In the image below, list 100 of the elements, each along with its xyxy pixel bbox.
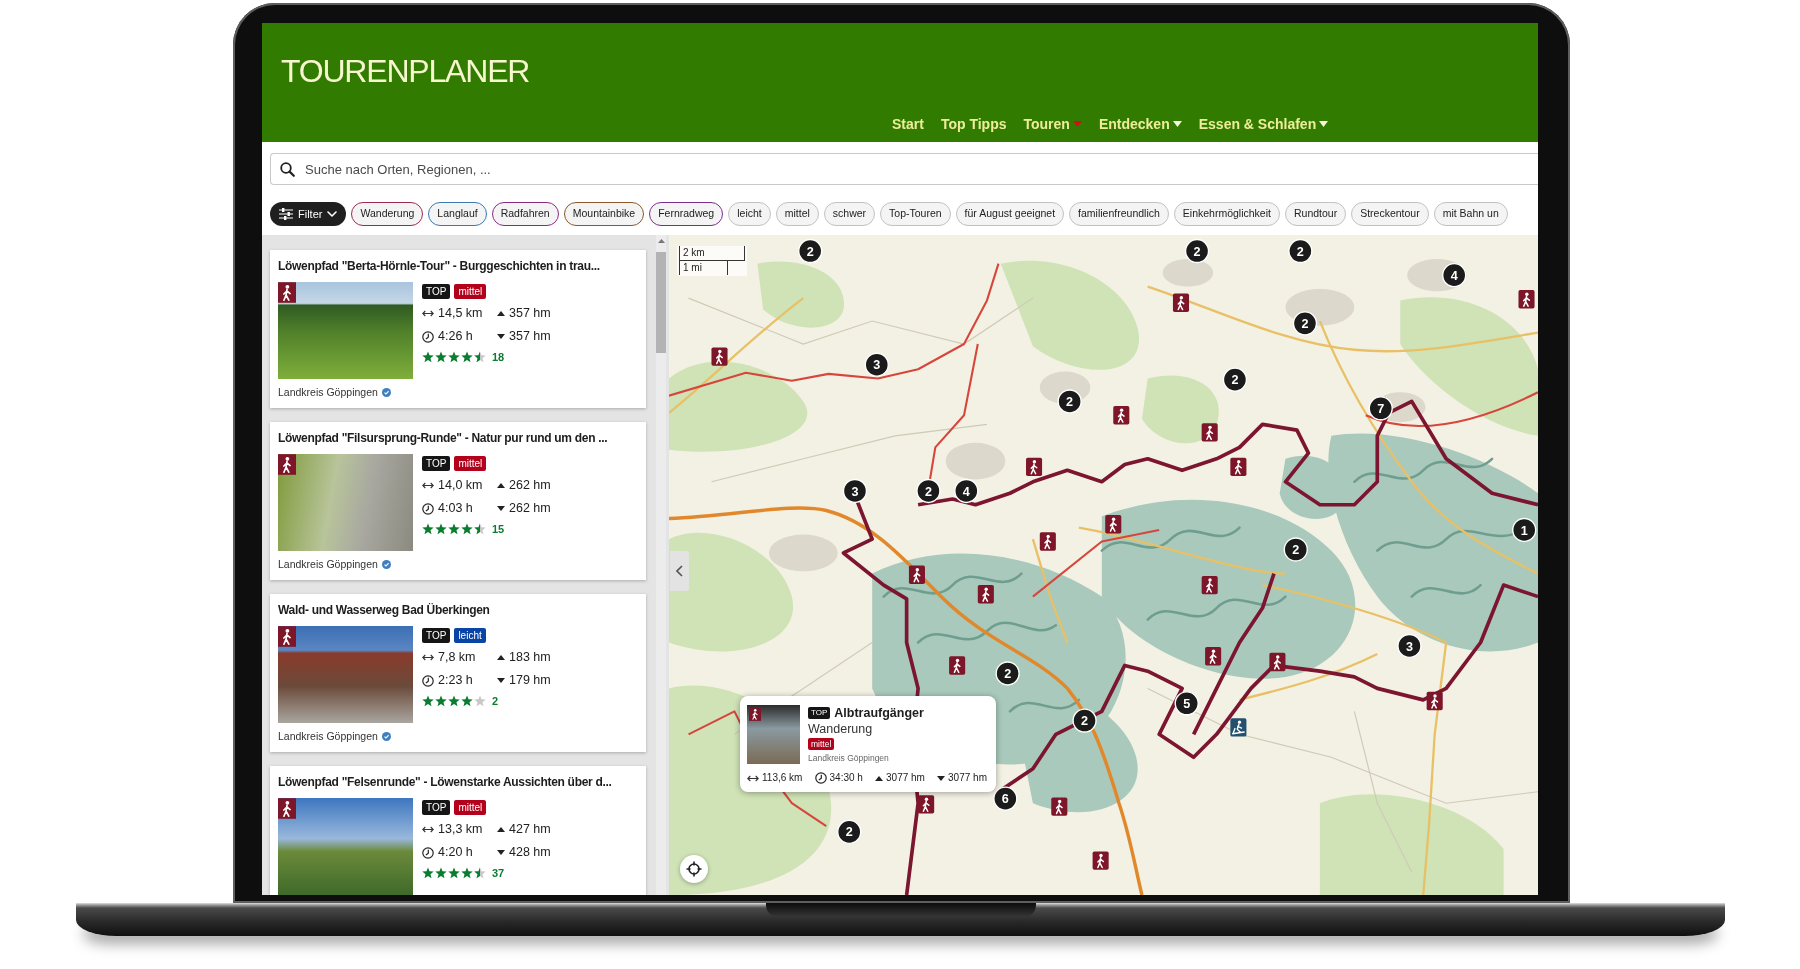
- hiker-icon: [278, 454, 296, 475]
- hiker-pin-icon[interactable]: [1051, 797, 1068, 816]
- search-field[interactable]: Suche nach Orten, Regionen, ...: [270, 153, 1538, 185]
- filter-chip[interactable]: schwer: [823, 202, 876, 226]
- filter-chip[interactable]: familienfreundlich: [1069, 202, 1169, 226]
- nav-link[interactable]: Essen & Schlafen: [1198, 114, 1329, 136]
- star-icon: [448, 523, 460, 536]
- scrollbar-thumb[interactable]: [656, 252, 666, 353]
- verified-icon: [381, 731, 391, 741]
- clock-icon: [422, 502, 434, 515]
- nav-link[interactable]: Start: [892, 114, 924, 136]
- source-text: Landkreis Göppingen: [808, 752, 890, 764]
- verified-icon: [381, 387, 391, 397]
- site-title: TOURENPLANER: [281, 55, 531, 87]
- hiker-pin-icon[interactable]: [711, 347, 728, 366]
- hiker-icon: [278, 626, 296, 647]
- nav-link[interactable]: Entdecken: [1098, 114, 1182, 136]
- cluster-marker[interactable]: 2: [1288, 238, 1313, 264]
- duration-value: 34:30 h: [829, 771, 863, 785]
- distance-value: 113,6 km: [762, 771, 803, 785]
- double-arrow-icon: [422, 654, 434, 661]
- filter-chip[interactable]: Radfahren: [491, 202, 559, 226]
- tour-card[interactable]: Löwenpfad "Felsenrunde" - Löwenstarke Aussichten über d... TOP mittel 13,3 km 427 hm 4:20 h 428 hm 37: [270, 766, 646, 895]
- filter-chip[interactable]: Langlauf: [428, 202, 487, 226]
- filter-button[interactable]: Filter: [270, 202, 347, 226]
- cluster-marker[interactable]: 7: [1368, 396, 1393, 421]
- chevron-down-icon: [327, 211, 338, 217]
- difficulty-badge: mittel: [808, 738, 835, 750]
- descent-value: 357 hm: [509, 328, 551, 345]
- cluster-marker[interactable]: 2: [837, 819, 862, 845]
- hiker-pin-icon[interactable]: [949, 656, 966, 675]
- skier-pin-icon[interactable]: [1230, 718, 1247, 737]
- star-icon: [422, 351, 434, 364]
- filter-chip[interactable]: Rundtour: [1284, 202, 1347, 226]
- triangle-up-icon: [497, 483, 505, 488]
- star-icon: [461, 695, 473, 708]
- ascent-value: 357 hm: [509, 305, 551, 322]
- filter-chip[interactable]: Top-Touren: [880, 202, 951, 226]
- tour-badge: TOP: [422, 456, 451, 471]
- cluster-marker[interactable]: 2: [916, 478, 941, 504]
- verified-icon: [381, 559, 391, 569]
- filter-chip[interactable]: Einkehrmöglichkeit: [1173, 202, 1280, 226]
- cluster-marker[interactable]: 2: [1072, 708, 1097, 733]
- star-icon: [422, 523, 434, 536]
- double-arrow-icon: [422, 826, 434, 833]
- cluster-marker[interactable]: 2: [1184, 238, 1210, 264]
- tour-badge: TOP: [422, 800, 451, 815]
- tour-card[interactable]: Löwenpfad "Berta-Hörnle-Tour" - Burggeschichten in trau... TOP mittel 14,5 km 357 hm 4:26 h 357 hm 18 Landkreis Göppingen: [270, 250, 646, 408]
- triangle-down-icon: [497, 506, 505, 511]
- filter-chip[interactable]: mittel: [775, 202, 819, 226]
- cluster-marker[interactable]: 6: [993, 786, 1018, 811]
- filter-chip[interactable]: Mountainbike: [563, 202, 645, 226]
- cluster-marker[interactable]: 4: [954, 478, 979, 504]
- descent-value: 428 hm: [509, 844, 551, 861]
- filter-chip[interactable]: für August geeignet: [955, 202, 1065, 226]
- sliders-icon: [279, 208, 293, 220]
- star-icon: [448, 351, 460, 364]
- hiker-pin-icon[interactable]: [1205, 647, 1222, 666]
- cluster-marker[interactable]: 3: [864, 352, 889, 377]
- contour-line: [1410, 583, 1482, 598]
- filter-chip[interactable]: leicht: [728, 202, 771, 226]
- chevron-left-icon: [676, 565, 683, 577]
- cluster-marker[interactable]: 2: [1057, 389, 1082, 414]
- hiker-pin-icon[interactable]: [1113, 406, 1130, 425]
- nav-link[interactable]: Top Tipps: [940, 114, 1007, 136]
- tour-card[interactable]: Wald- und Wasserweg Bad Überkingen TOP leicht 7,8 km 183 hm 2:23 h 179 hm 2 Landkreis Göppingen: [270, 594, 646, 752]
- hiker-pin-icon[interactable]: [918, 795, 935, 814]
- cluster-marker[interactable]: 3: [1397, 633, 1422, 659]
- filter-chip[interactable]: Streckentour: [1351, 202, 1429, 226]
- filter-chip[interactable]: Fernradweg: [649, 202, 724, 226]
- star-icon: [435, 351, 447, 364]
- cluster-marker[interactable]: 2: [995, 661, 1020, 686]
- cluster-marker[interactable]: 2: [798, 238, 823, 264]
- hiker-icon: [749, 707, 761, 721]
- descent-value: 179 hm: [509, 672, 551, 689]
- hiker-pin-icon[interactable]: [1105, 515, 1122, 534]
- cluster-marker[interactable]: 2: [1222, 367, 1248, 392]
- cluster-marker[interactable]: 3: [842, 478, 868, 504]
- star-icon: [435, 695, 447, 708]
- scroll-up-icon[interactable]: [657, 239, 665, 243]
- filter-chip[interactable]: mit Bahn un: [1433, 202, 1508, 226]
- tour-badge: mittel: [454, 800, 487, 815]
- hiker-pin-icon[interactable]: [1518, 290, 1535, 309]
- tour-card[interactable]: Löwenpfad "Filsursprung-Runde" - Natur pur rund um den ... TOP mittel 14,0 km 262 hm 4:03 h 262 hm 15 Landkreis Göppingen: [270, 422, 646, 580]
- triangle-down-icon: [497, 850, 505, 855]
- cluster-marker[interactable]: 5: [1174, 691, 1199, 716]
- cluster-marker[interactable]: 1: [1512, 517, 1537, 543]
- cluster-marker[interactable]: 4: [1442, 262, 1467, 288]
- double-arrow-icon: [422, 482, 434, 489]
- nav-link[interactable]: Touren: [1023, 114, 1082, 136]
- triangle-down-icon: [497, 678, 505, 683]
- filter-chip[interactable]: Wanderung: [351, 202, 424, 226]
- tour-popup[interactable]: TOP Albtraufgänger Wanderung mittel Landkreis Göppingen 113,6 km 34:30 h 3077 hm 3077 hm: [740, 696, 996, 792]
- cluster-marker[interactable]: 2: [1283, 537, 1308, 562]
- double-arrow-icon: [422, 310, 434, 317]
- star-icon: [474, 695, 486, 708]
- collapse-button[interactable]: [670, 551, 689, 591]
- ascent-value: 183 hm: [509, 649, 551, 666]
- clock-icon: [814, 772, 827, 784]
- cluster-marker[interactable]: 2: [1292, 311, 1318, 336]
